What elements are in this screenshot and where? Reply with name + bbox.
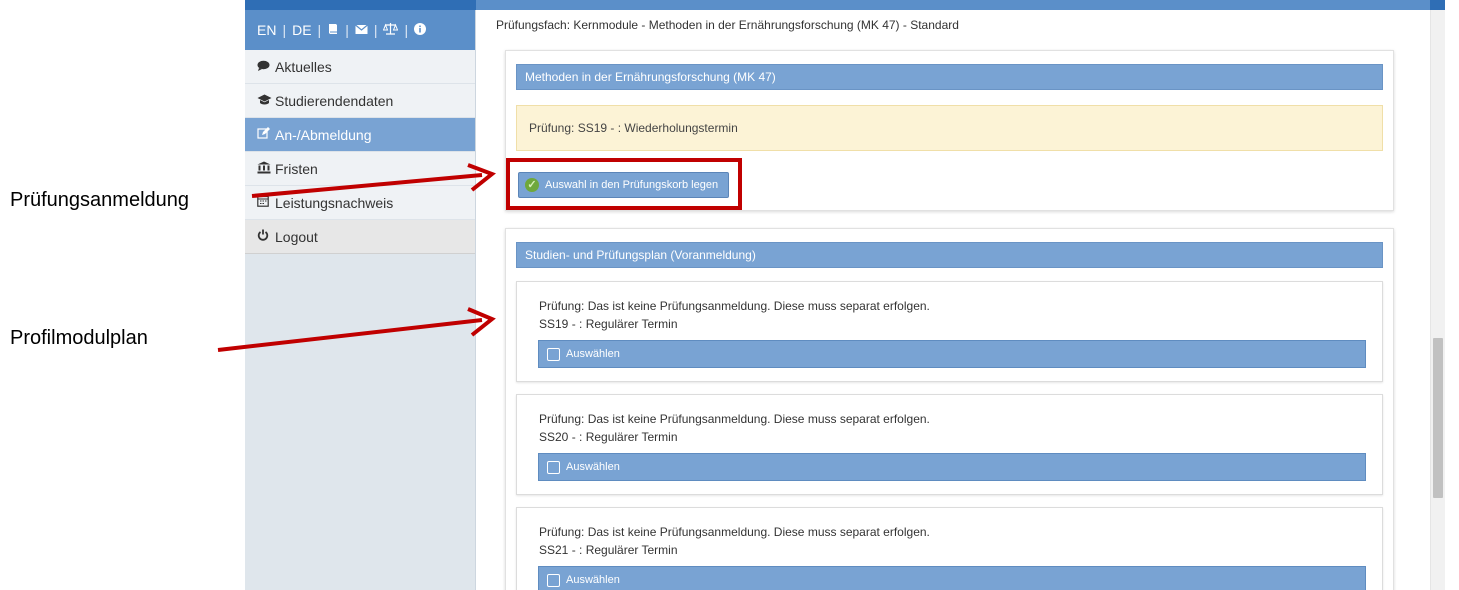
plan-entry: Prüfung: Das ist keine Prüfungsanmeldung…: [516, 507, 1383, 590]
sidebar-item-logout[interactable]: Logout: [245, 220, 475, 254]
scrollbar-thumb[interactable]: [1433, 338, 1443, 498]
sidebar-item-label: Leistungsnachweis: [275, 194, 394, 211]
vertical-scrollbar[interactable]: [1430, 0, 1445, 590]
institution-icon: [257, 161, 275, 177]
sidebar-item-label: Studierendendaten: [275, 92, 394, 109]
separator: |: [404, 22, 409, 38]
sidebar-item-label: An-/Abmeldung: [275, 126, 372, 143]
separator: |: [345, 22, 349, 38]
plan-entry-note: Prüfung: Das ist keine Prüfungsanmeldung…: [539, 525, 930, 539]
sidebar: EN | DE | | | | Aktuelles Studierendenda…: [245, 10, 476, 590]
select-label: Auswählen: [566, 574, 620, 586]
separator: |: [282, 22, 287, 38]
checkbox-icon: [547, 460, 560, 474]
select-label: Auswählen: [566, 348, 620, 360]
checkbox-icon: [547, 347, 560, 361]
plan-entry-term: SS20 - : Regulärer Termin: [539, 430, 678, 444]
plan-entry: Prüfung: Das ist keine Prüfungsanmeldung…: [516, 394, 1383, 495]
top-strip-accent: [245, 0, 476, 10]
plan-entry-term: SS21 - : Regulärer Termin: [539, 543, 678, 557]
plan-entry-note: Prüfung: Das ist keine Prüfungsanmeldung…: [539, 412, 930, 426]
balance-scale-icon[interactable]: [383, 22, 399, 38]
plan-entry-term: SS19 - : Regulärer Termin: [539, 317, 678, 331]
envelope-icon[interactable]: [354, 23, 368, 38]
sidebar-item-fristen[interactable]: Fristen: [245, 152, 475, 186]
module-card-title: Methoden in der Ernährungsforschung (MK …: [516, 64, 1383, 90]
edit-icon: [257, 126, 275, 143]
separator: |: [317, 22, 322, 38]
plan-entry: Prüfung: Das ist keine Prüfungsanmeldung…: [516, 281, 1383, 382]
app-window: EN | DE | | | | Aktuelles Studierendenda…: [245, 0, 1445, 590]
comment-icon: [257, 60, 275, 74]
sidebar-item-leistungsnachweis[interactable]: Leistungsnachweis: [245, 186, 475, 220]
lang-de-link[interactable]: DE: [292, 22, 311, 38]
select-checkbox-button[interactable]: Auswählen: [538, 453, 1366, 481]
breadcrumb: Prüfungsfach: Kernmodule - Methoden in d…: [496, 18, 959, 32]
lang-en-link[interactable]: EN: [257, 22, 276, 38]
sidebar-item-label: Fristen: [275, 160, 318, 177]
sidebar-item-label: Logout: [275, 228, 318, 245]
sidebar-item-studierendendaten[interactable]: Studierendendaten: [245, 84, 475, 118]
highlight-frame: [506, 158, 742, 210]
sidebar-item-aktuelles[interactable]: Aktuelles: [245, 50, 475, 84]
sidebar-item-an-abmeldung[interactable]: An-/Abmeldung: [245, 118, 475, 152]
exam-alert: Prüfung: SS19 - : Wiederholungstermin: [516, 105, 1383, 151]
select-checkbox-button[interactable]: Auswählen: [538, 566, 1366, 590]
language-bar: EN | DE | | | |: [245, 10, 475, 50]
separator: |: [373, 22, 378, 38]
select-checkbox-button[interactable]: Auswählen: [538, 340, 1366, 368]
graduation-cap-icon: [257, 94, 275, 108]
info-icon[interactable]: [414, 22, 427, 38]
plan-entry-note: Prüfung: Das ist keine Prüfungsanmeldung…: [539, 299, 930, 313]
power-icon: [257, 229, 275, 244]
checkbox-icon: [547, 573, 560, 587]
annotation-label-pruefungsanmeldung: Prüfungsanmeldung: [10, 189, 190, 211]
plan-card-title: Studien- und Prüfungsplan (Voranmeldung): [516, 242, 1383, 268]
scrollbar-top-accent: [1430, 0, 1445, 10]
main-content: Prüfungsfach: Kernmodule - Methoden in d…: [476, 10, 1430, 590]
annotation-label-profilmodulplan: Profilmodulplan: [10, 327, 148, 349]
sidebar-item-label: Aktuelles: [275, 58, 332, 75]
select-label: Auswählen: [566, 461, 620, 473]
book-icon[interactable]: [327, 23, 339, 38]
calendar-icon: [257, 195, 275, 210]
plan-card: Studien- und Prüfungsplan (Voranmeldung)…: [505, 228, 1394, 590]
